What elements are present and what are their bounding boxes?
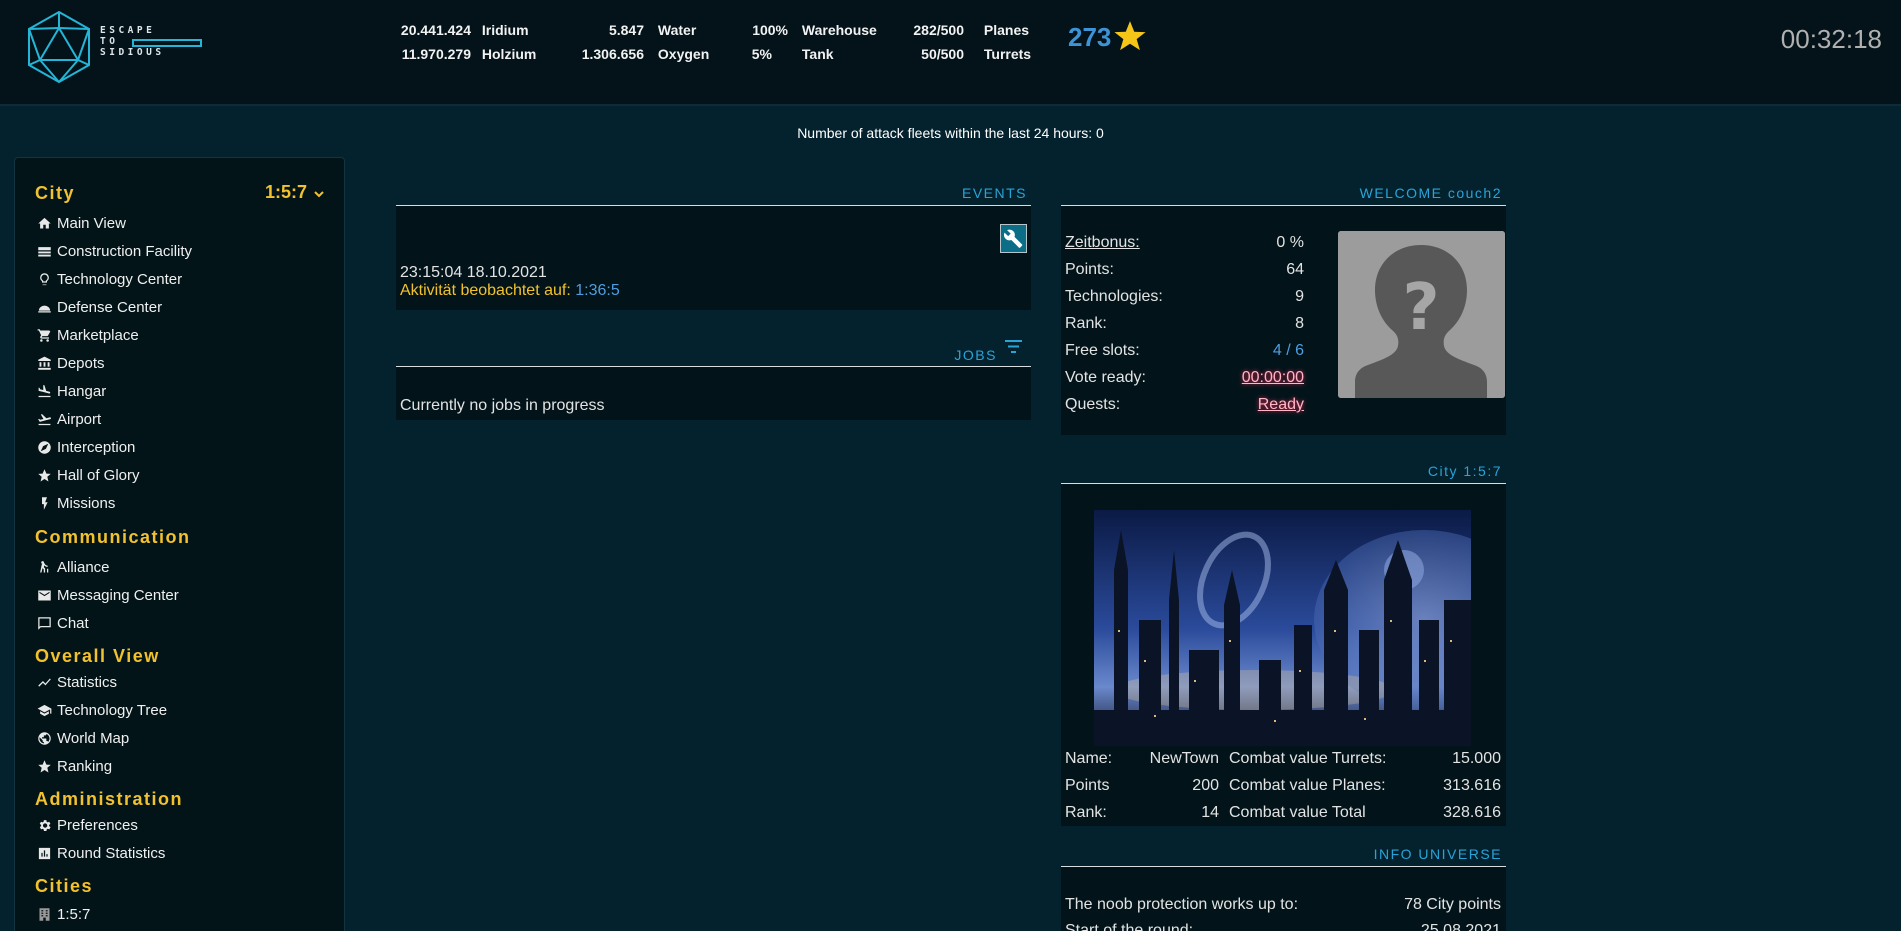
event-activity: Aktivität beobachtet auf: 1:36:5 bbox=[400, 282, 620, 299]
resource-oxygen: 1.306.656 Oxygen bbox=[581, 46, 710, 62]
vote-link[interactable]: 00:00:00 bbox=[1242, 369, 1304, 391]
sidebar-header-administration: Administration bbox=[35, 789, 184, 809]
plane-landing-icon bbox=[35, 383, 53, 399]
sidebar-item-hall-of-glory[interactable]: Hall of Glory bbox=[35, 464, 325, 486]
construction-icon bbox=[35, 243, 53, 259]
welcome-title: WELCOME couch2 bbox=[1359, 185, 1502, 201]
sidebar: City 1:5:7 Main View Construction Facili… bbox=[14, 157, 345, 931]
city-title: City 1:5:7 bbox=[1427, 463, 1502, 479]
resource-iridium: 20.441.424 Iridium bbox=[400, 22, 529, 38]
sidebar-item-chat[interactable]: Chat bbox=[35, 612, 325, 634]
filter-icon[interactable] bbox=[1004, 339, 1023, 354]
sidebar-item-main-view[interactable]: Main View bbox=[35, 212, 325, 234]
d20-logo-icon bbox=[28, 10, 90, 84]
tools-icon bbox=[1003, 229, 1022, 248]
welcome-row-rank: Rank: 8 bbox=[1065, 315, 1304, 332]
welcome-row-zeitbonus[interactable]: Zeitbonus: 0 % bbox=[1065, 234, 1304, 256]
gear-icon bbox=[35, 817, 53, 833]
combat-planes-row: Combat value Planes: 313.616 bbox=[1229, 777, 1501, 794]
school-icon bbox=[35, 702, 53, 718]
combat-total-row: Combat value Total 328.616 bbox=[1229, 804, 1501, 821]
attack-fleets-note: Number of attack fleets within the last … bbox=[797, 125, 1104, 141]
svg-text:?: ? bbox=[1402, 271, 1439, 345]
sidebar-item-defense-center[interactable]: Defense Center bbox=[35, 296, 325, 318]
sidebar-item-messaging-center[interactable]: Messaging Center bbox=[35, 584, 325, 606]
resource-turrets: 50/500 Turrets bbox=[921, 46, 1032, 62]
sidebar-header-city: City bbox=[35, 183, 76, 203]
home-icon bbox=[35, 215, 53, 231]
sidebar-item-preferences[interactable]: Preferences bbox=[35, 814, 325, 836]
sidebar-item-marketplace[interactable]: Marketplace bbox=[35, 324, 325, 346]
event-time: 23:15:04 18.10.2021 bbox=[400, 264, 547, 281]
sidebar-item-missions[interactable]: Missions bbox=[35, 492, 325, 514]
mail-icon bbox=[35, 587, 53, 603]
tools-button[interactable] bbox=[1000, 224, 1027, 253]
sidebar-header-cities: Cities bbox=[35, 876, 94, 896]
sidebar-item-statistics[interactable]: Statistics bbox=[35, 671, 325, 693]
cart-icon bbox=[35, 327, 53, 343]
city-points-row: Points 200 bbox=[1065, 777, 1219, 794]
welcome-row-quests: Quests: Ready bbox=[1065, 396, 1304, 418]
jobs-empty-text: Currently no jobs in progress bbox=[400, 397, 605, 414]
sidebar-item-world-map[interactable]: World Map bbox=[35, 727, 325, 749]
star-icon bbox=[35, 467, 53, 483]
city-rank-row: Rank: 14 bbox=[1065, 804, 1219, 821]
sidebar-item-airport[interactable]: Airport bbox=[35, 408, 325, 430]
trend-icon bbox=[35, 674, 53, 690]
city-image bbox=[1094, 510, 1471, 746]
combat-turrets-row: Combat value Turrets: 15.000 bbox=[1229, 750, 1501, 767]
bolt-icon bbox=[35, 495, 53, 511]
compass-icon bbox=[35, 439, 53, 455]
resource-holzium: 11.970.279 Holzium bbox=[401, 46, 537, 62]
event-activity-link[interactable]: 1:36:5 bbox=[575, 282, 619, 299]
sidebar-item-depots[interactable]: Depots bbox=[35, 352, 325, 374]
bar-chart-icon bbox=[35, 845, 53, 861]
sidebar-item-technology-center[interactable]: Technology Center bbox=[35, 268, 325, 290]
welcome-row-free-slots: Free slots: 4 / 6 bbox=[1065, 342, 1304, 359]
plane-takeoff-icon bbox=[35, 411, 53, 427]
top-bar: ESCAPE TO SIDIOUS 20.441.424 Iridium 11.… bbox=[0, 0, 1901, 106]
score-value: 273 bbox=[1068, 22, 1112, 52]
city-select[interactable]: 1:5:7 bbox=[265, 182, 324, 203]
resource-tank: 5% Tank bbox=[751, 46, 834, 62]
quests-link[interactable]: Ready bbox=[1258, 396, 1304, 418]
info-universe-title: INFO UNIVERSE bbox=[1373, 846, 1502, 862]
sidebar-item-city-1-5-7[interactable]: 1:5:7 bbox=[35, 903, 325, 925]
default-avatar-icon: ? bbox=[1338, 231, 1505, 398]
sidebar-header-overall-view: Overall View bbox=[35, 646, 160, 666]
events-title: EVENTS bbox=[961, 185, 1027, 201]
sidebar-item-technology-tree[interactable]: Technology Tree bbox=[35, 699, 325, 721]
resource-water: 5.847 Water bbox=[608, 22, 697, 38]
globe-icon bbox=[35, 730, 53, 746]
chevron-down-icon bbox=[314, 191, 324, 198]
noob-protection-row: The noob protection works up to: 78 City … bbox=[1065, 896, 1501, 913]
star-icon bbox=[1114, 21, 1146, 51]
star-icon bbox=[35, 758, 53, 774]
welcome-row-vote-ready: Vote ready: 00:00:00 bbox=[1065, 369, 1304, 391]
sidebar-header-communication: Communication bbox=[35, 527, 191, 547]
welcome-row-technologies: Technologies: 9 bbox=[1065, 288, 1304, 305]
resource-planes: 282/500 Planes bbox=[913, 22, 1030, 38]
jobs-title: JOBS bbox=[954, 347, 997, 363]
avatar[interactable]: ? bbox=[1338, 231, 1505, 398]
welcome-row-points: Points: 64 bbox=[1065, 261, 1304, 278]
city-name-row: Name: NewTown bbox=[1065, 750, 1219, 767]
round-start-row: Start of the round: 25.08.2021 bbox=[1065, 922, 1501, 931]
sidebar-item-construction-facility[interactable]: Construction Facility bbox=[35, 240, 325, 262]
logo-bar bbox=[132, 39, 202, 47]
resource-warehouse: 100% Warehouse bbox=[752, 22, 877, 38]
sidebar-item-round-statistics[interactable]: Round Statistics bbox=[35, 842, 325, 864]
sidebar-item-hangar[interactable]: Hangar bbox=[35, 380, 325, 402]
people-icon bbox=[35, 559, 53, 575]
building-icon bbox=[35, 906, 53, 922]
clock: 00:32:18 bbox=[1780, 24, 1882, 54]
sidebar-item-alliance[interactable]: Alliance bbox=[35, 556, 325, 578]
lightbulb-icon bbox=[35, 271, 53, 287]
chat-icon bbox=[35, 615, 53, 631]
sidebar-item-ranking[interactable]: Ranking bbox=[35, 755, 325, 777]
dome-icon bbox=[35, 299, 53, 315]
logo[interactable]: ESCAPE TO SIDIOUS bbox=[26, 10, 202, 84]
bank-icon bbox=[35, 355, 53, 371]
sidebar-item-interception[interactable]: Interception bbox=[35, 436, 325, 458]
